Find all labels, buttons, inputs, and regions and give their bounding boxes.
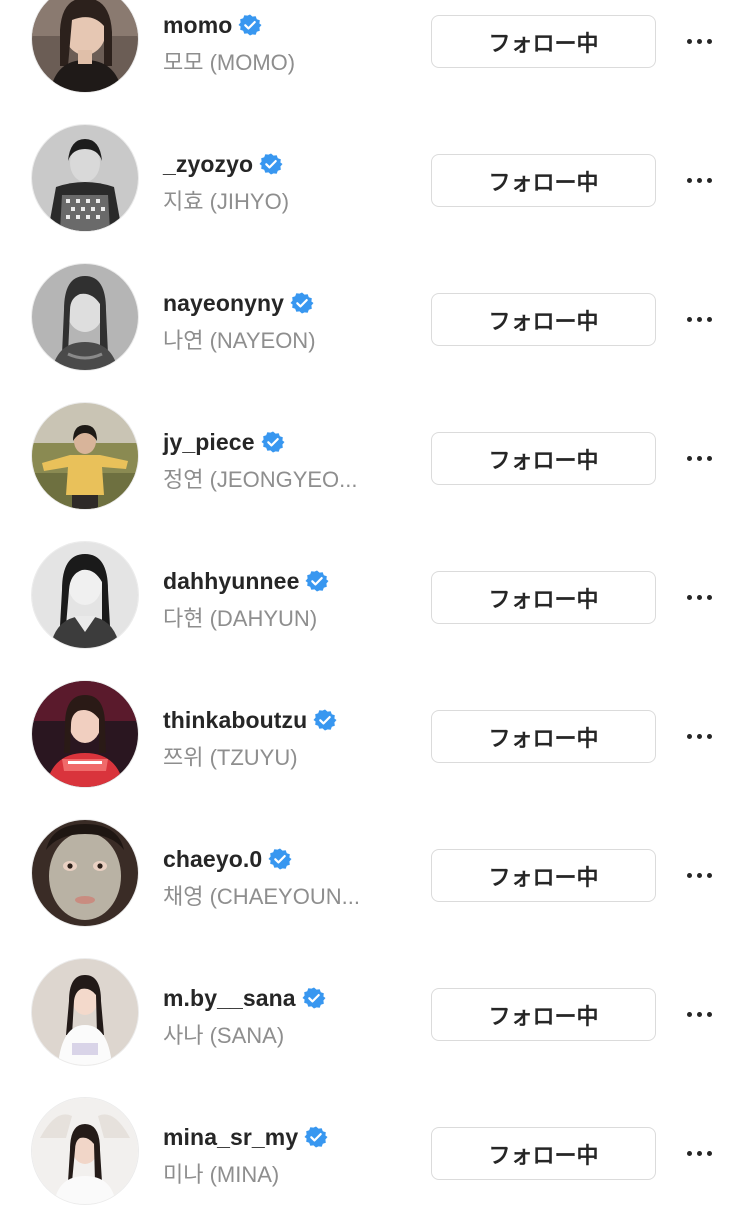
username[interactable]: _zyozyo — [163, 151, 253, 178]
full-name: 정연 (JEONGYEO... — [163, 467, 358, 492]
verified-badge-icon — [290, 291, 314, 315]
list-item[interactable]: mina_sr_my 미나 (MINA) フォロー中 — [0, 1091, 753, 1230]
full-name: 다현 (DAHYUN) — [163, 606, 318, 631]
full-name: 나연 (NAYEON) — [163, 328, 316, 353]
more-horizontal-icon[interactable] — [681, 1001, 717, 1027]
list-item[interactable]: jy_piece 정연 (JEONGYEO... フォロー中 — [0, 396, 753, 535]
avatar[interactable] — [32, 681, 138, 787]
username-line: dahhyunnee — [163, 566, 329, 596]
following-button[interactable]: フォロー中 — [431, 154, 656, 207]
username-line: m.by__sana — [163, 983, 326, 1013]
following-button[interactable]: フォロー中 — [431, 849, 656, 902]
avatar[interactable] — [32, 959, 138, 1065]
more-horizontal-icon[interactable] — [681, 28, 717, 54]
avatar[interactable] — [32, 0, 138, 92]
username[interactable]: dahhyunnee — [163, 568, 299, 595]
verified-badge-icon — [302, 986, 326, 1010]
full-name: 모모 (MOMO) — [163, 50, 296, 75]
username[interactable]: jy_piece — [163, 429, 255, 456]
avatar[interactable] — [32, 403, 138, 509]
full-name: 지효 (JIHYO) — [163, 189, 290, 214]
following-button[interactable]: フォロー中 — [431, 1127, 656, 1180]
following-button[interactable]: フォロー中 — [431, 571, 656, 624]
username[interactable]: thinkaboutzu — [163, 707, 307, 734]
username-line: nayeonyny — [163, 288, 314, 318]
list-item[interactable]: dahhyunnee 다현 (DAHYUN) フォロー中 — [0, 535, 753, 674]
following-button[interactable]: フォロー中 — [431, 710, 656, 763]
username[interactable]: mina_sr_my — [163, 1124, 298, 1151]
verified-badge-icon — [305, 569, 329, 593]
list-item[interactable]: momo 모모 (MOMO) フォロー中 — [0, 0, 753, 118]
list-item[interactable]: thinkaboutzu 쯔위 (TZUYU) フォロー中 — [0, 674, 753, 813]
username-line: momo — [163, 10, 262, 40]
username-line: mina_sr_my — [163, 1122, 328, 1152]
verified-badge-icon — [261, 430, 285, 454]
more-horizontal-icon[interactable] — [681, 167, 717, 193]
full-name: 미나 (MINA) — [163, 1162, 280, 1187]
username[interactable]: chaeyo.0 — [163, 846, 262, 873]
full-name: 쯔위 (TZUYU) — [163, 745, 298, 770]
verified-badge-icon — [238, 13, 262, 37]
following-button[interactable]: フォロー中 — [431, 293, 656, 346]
username[interactable]: m.by__sana — [163, 985, 296, 1012]
list-item[interactable]: _zyozyo 지효 (JIHYO) フォロー中 — [0, 118, 753, 257]
following-button[interactable]: フォロー中 — [431, 432, 656, 485]
avatar[interactable] — [32, 1098, 138, 1204]
list-item[interactable]: nayeonyny 나연 (NAYEON) フォロー中 — [0, 257, 753, 396]
full-name: 채영 (CHAEYOUN... — [163, 884, 360, 909]
more-horizontal-icon[interactable] — [681, 1140, 717, 1166]
more-horizontal-icon[interactable] — [681, 862, 717, 888]
list-item[interactable]: m.by__sana 사나 (SANA) フォロー中 — [0, 952, 753, 1091]
more-horizontal-icon[interactable] — [681, 723, 717, 749]
verified-badge-icon — [268, 847, 292, 871]
verified-badge-icon — [313, 708, 337, 732]
username-line: thinkaboutzu — [163, 705, 337, 735]
verified-badge-icon — [259, 152, 283, 176]
following-button[interactable]: フォロー中 — [431, 15, 656, 68]
more-horizontal-icon[interactable] — [681, 306, 717, 332]
avatar[interactable] — [32, 542, 138, 648]
avatar[interactable] — [32, 264, 138, 370]
username[interactable]: nayeonyny — [163, 290, 284, 317]
verified-badge-icon — [304, 1125, 328, 1149]
username-line: _zyozyo — [163, 149, 283, 179]
username[interactable]: momo — [163, 12, 232, 39]
more-horizontal-icon[interactable] — [681, 445, 717, 471]
username-line: chaeyo.0 — [163, 844, 292, 874]
more-horizontal-icon[interactable] — [681, 584, 717, 610]
list-item[interactable]: chaeyo.0 채영 (CHAEYOUN... フォロー中 — [0, 813, 753, 952]
following-list: momo 모모 (MOMO) フォロー中 _zyozyo 지효 (JIHYO) … — [0, 0, 753, 1230]
avatar[interactable] — [32, 125, 138, 231]
following-button[interactable]: フォロー中 — [431, 988, 656, 1041]
avatar[interactable] — [32, 820, 138, 926]
full-name: 사나 (SANA) — [163, 1023, 285, 1048]
username-line: jy_piece — [163, 427, 285, 457]
